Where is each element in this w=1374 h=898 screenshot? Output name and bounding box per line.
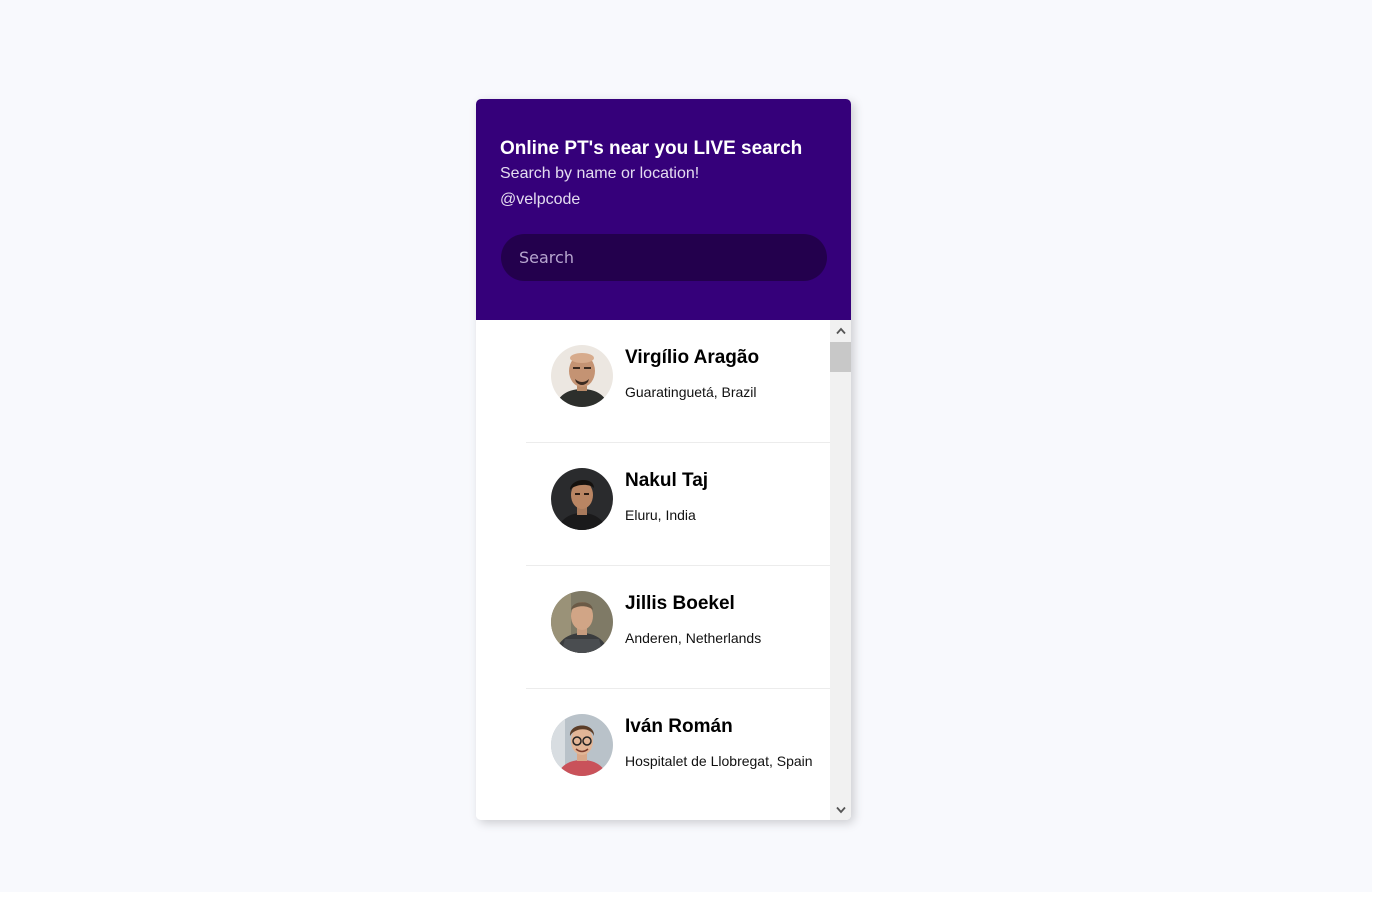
avatar bbox=[551, 468, 613, 530]
scroll-up-button[interactable] bbox=[830, 320, 851, 341]
page-subtitle: Search by name or location! bbox=[500, 165, 700, 182]
results-scrollbar[interactable] bbox=[830, 320, 851, 820]
search-header: Online PT's near you LIVE search Search … bbox=[476, 99, 851, 320]
results-list[interactable]: Virgílio Aragão Guaratinguetá, Brazil Na… bbox=[476, 320, 830, 820]
results-area: Virgílio Aragão Guaratinguetá, Brazil Na… bbox=[476, 320, 851, 820]
page-background: Online PT's near you LIVE search Search … bbox=[0, 0, 1372, 892]
list-item[interactable]: Iván Román Hospitalet de Llobregat, Spai… bbox=[526, 689, 830, 812]
result-name: Jillis Boekel bbox=[625, 593, 735, 614]
list-item[interactable]: Jillis Boekel Anderen, Netherlands bbox=[526, 566, 830, 689]
result-location: Anderen, Netherlands bbox=[625, 630, 762, 646]
result-name: Iván Román bbox=[625, 716, 733, 737]
scroll-down-button[interactable] bbox=[830, 799, 851, 820]
scrollbar-thumb[interactable] bbox=[830, 342, 851, 372]
avatar bbox=[551, 345, 613, 407]
result-location: Hospitalet de Llobregat, Spain bbox=[625, 753, 813, 769]
result-location: Eluru, India bbox=[625, 507, 696, 523]
result-name: Nakul Taj bbox=[625, 470, 709, 491]
list-item[interactable]: Virgílio Aragão Guaratinguetá, Brazil bbox=[526, 320, 830, 443]
author-handle: @velpcode bbox=[500, 191, 581, 208]
avatar bbox=[551, 714, 613, 776]
page-title: Online PT's near you LIVE search bbox=[500, 138, 803, 159]
list-item[interactable]: Nakul Taj Eluru, India bbox=[526, 443, 830, 566]
result-name: Virgílio Aragão bbox=[625, 347, 760, 368]
chevron-up-icon bbox=[835, 327, 846, 334]
search-input[interactable] bbox=[501, 234, 827, 281]
result-location: Guaratinguetá, Brazil bbox=[625, 384, 757, 400]
avatar bbox=[551, 591, 613, 653]
chevron-down-icon bbox=[835, 806, 846, 813]
live-search-card: Online PT's near you LIVE search Search … bbox=[476, 99, 851, 820]
